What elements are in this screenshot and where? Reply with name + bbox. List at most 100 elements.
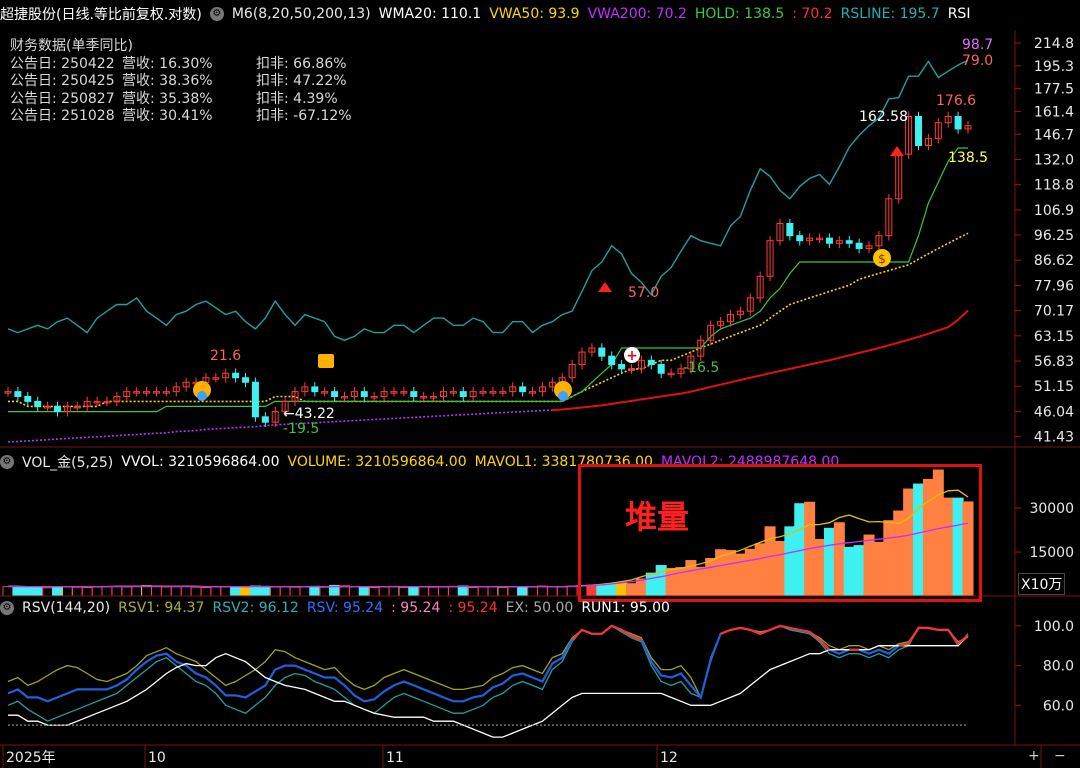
volume-bar bbox=[477, 586, 489, 597]
vol-settings-icon[interactable]: ⚙ bbox=[0, 455, 14, 469]
y-tick-label: 132.0 bbox=[1034, 153, 1074, 169]
volume-bar bbox=[299, 586, 311, 597]
volume-bar bbox=[447, 585, 459, 597]
volume-bar bbox=[487, 586, 499, 597]
volume-bar bbox=[418, 586, 430, 597]
rsv-header: ⚙ RSV(144,20) RSV1: 94.37 RSV2: 96.12 RS… bbox=[0, 598, 678, 618]
y-tick-label: 63.15 bbox=[1034, 329, 1074, 345]
label-neg19-5: -19.5 bbox=[283, 421, 320, 437]
volume-bar bbox=[279, 586, 291, 597]
buy-badge-base-icon bbox=[558, 391, 568, 401]
wma20-line bbox=[8, 232, 969, 408]
rsv2-line bbox=[7, 625, 969, 722]
volume-bar bbox=[22, 587, 34, 597]
candle bbox=[608, 355, 616, 366]
hold-line bbox=[8, 147, 968, 413]
rsv-v1-label: : 95.24 bbox=[391, 600, 441, 616]
label-neg16-5: -16.5 bbox=[683, 360, 720, 376]
volume-bar bbox=[131, 585, 143, 597]
vol-tick-label: 30000 bbox=[1029, 501, 1074, 517]
volume-bar bbox=[348, 586, 360, 597]
chart-canvas[interactable]: + $ 30000 15000 100.0 80.0 60.0 214.8 195.3 17… bbox=[0, 0, 1080, 768]
volume-bar bbox=[566, 585, 578, 597]
volume-bar bbox=[259, 585, 271, 597]
vol-tick-label: 15000 bbox=[1029, 545, 1074, 561]
volume-bar bbox=[121, 586, 133, 597]
rsline-line bbox=[7, 59, 969, 341]
volume-bar bbox=[81, 587, 93, 597]
candle bbox=[855, 242, 863, 249]
volume-bar bbox=[398, 586, 410, 597]
label-43-22: ←43.22 bbox=[283, 406, 335, 422]
y-tick-label: 70.17 bbox=[1034, 304, 1074, 320]
x-tick-label: 11 bbox=[386, 750, 404, 766]
label-98-7: 98.7 bbox=[962, 37, 994, 53]
volume-bar bbox=[536, 585, 548, 597]
rsv-line bbox=[7, 624, 969, 703]
ex-label: EX: 50.00 bbox=[505, 600, 574, 616]
label-176-6: 176.6 bbox=[936, 93, 977, 109]
volume-bar bbox=[190, 586, 202, 597]
candle bbox=[845, 240, 853, 244]
run1-line bbox=[8, 635, 969, 738]
rsv-tick-label: 100.0 bbox=[1034, 619, 1074, 635]
candle bbox=[251, 381, 259, 418]
x-tick-label: 2025年 bbox=[6, 750, 56, 766]
rsv-tick-label: 60.0 bbox=[1043, 698, 1074, 714]
candle bbox=[825, 237, 833, 244]
volume-annotation: 堆量 bbox=[625, 498, 690, 536]
y-tick-label: 77.96 bbox=[1034, 278, 1074, 294]
volume-bar bbox=[497, 586, 509, 597]
zoom-out-button[interactable]: − bbox=[1054, 748, 1066, 764]
candle bbox=[24, 395, 32, 402]
volume-bar bbox=[289, 586, 301, 597]
volume-bar bbox=[240, 587, 252, 597]
volume-bar bbox=[111, 586, 123, 597]
rsv1-line bbox=[7, 625, 969, 700]
y-tick-label: 195.3 bbox=[1034, 59, 1074, 75]
y-tick-label: 146.7 bbox=[1034, 127, 1074, 143]
volume-bar bbox=[358, 586, 370, 597]
candle bbox=[915, 116, 923, 146]
y-tick-label: 177.5 bbox=[1034, 82, 1074, 98]
vvol-label: VVOL: 3210596864.00 bbox=[121, 454, 280, 470]
volume-bar bbox=[32, 586, 44, 597]
volume-bar bbox=[230, 586, 242, 597]
volume-bar bbox=[170, 586, 182, 597]
candle bbox=[261, 416, 269, 423]
rsv1-label: RSV1: 94.37 bbox=[118, 600, 205, 616]
y-tick-label: 46.04 bbox=[1034, 404, 1074, 420]
buy-badge-base-icon bbox=[197, 391, 207, 401]
candle bbox=[242, 377, 250, 383]
candle bbox=[53, 405, 61, 413]
volume-bar bbox=[428, 586, 440, 597]
vol-name[interactable]: VOL_金(5,25) bbox=[22, 452, 113, 472]
candle bbox=[34, 400, 42, 407]
rsv-v2-label: : 95.24 bbox=[448, 600, 498, 616]
candle bbox=[519, 386, 527, 393]
plus-sign-icon: + bbox=[626, 348, 638, 364]
y-tick-label: 86.62 bbox=[1034, 253, 1074, 269]
rsv-settings-icon[interactable]: ⚙ bbox=[0, 601, 14, 615]
volume-bar bbox=[101, 585, 113, 597]
volume-bar bbox=[2, 586, 14, 597]
volume-bar bbox=[12, 586, 24, 597]
volume-bar bbox=[527, 586, 539, 597]
y-tick-label: 96.25 bbox=[1034, 228, 1074, 244]
volume-bar bbox=[319, 586, 331, 597]
volume-label: VOLUME: 3210596864.00 bbox=[287, 454, 467, 470]
rsv-name[interactable]: RSV(144,20) bbox=[22, 600, 110, 616]
volume-bar bbox=[556, 586, 568, 597]
candle bbox=[311, 386, 319, 393]
candle bbox=[360, 391, 368, 397]
volume-bar bbox=[210, 586, 222, 597]
volume-bar bbox=[467, 587, 479, 597]
y-tick-label: 51.15 bbox=[1034, 379, 1074, 395]
x-tick-label: 10 bbox=[148, 750, 166, 766]
note-icon bbox=[318, 354, 334, 368]
y-tick-label: 214.8 bbox=[1034, 36, 1074, 52]
zoom-in-button[interactable]: + bbox=[1028, 748, 1040, 764]
volume-bar bbox=[71, 586, 83, 597]
candle bbox=[598, 347, 606, 357]
volume-bar bbox=[517, 586, 529, 597]
